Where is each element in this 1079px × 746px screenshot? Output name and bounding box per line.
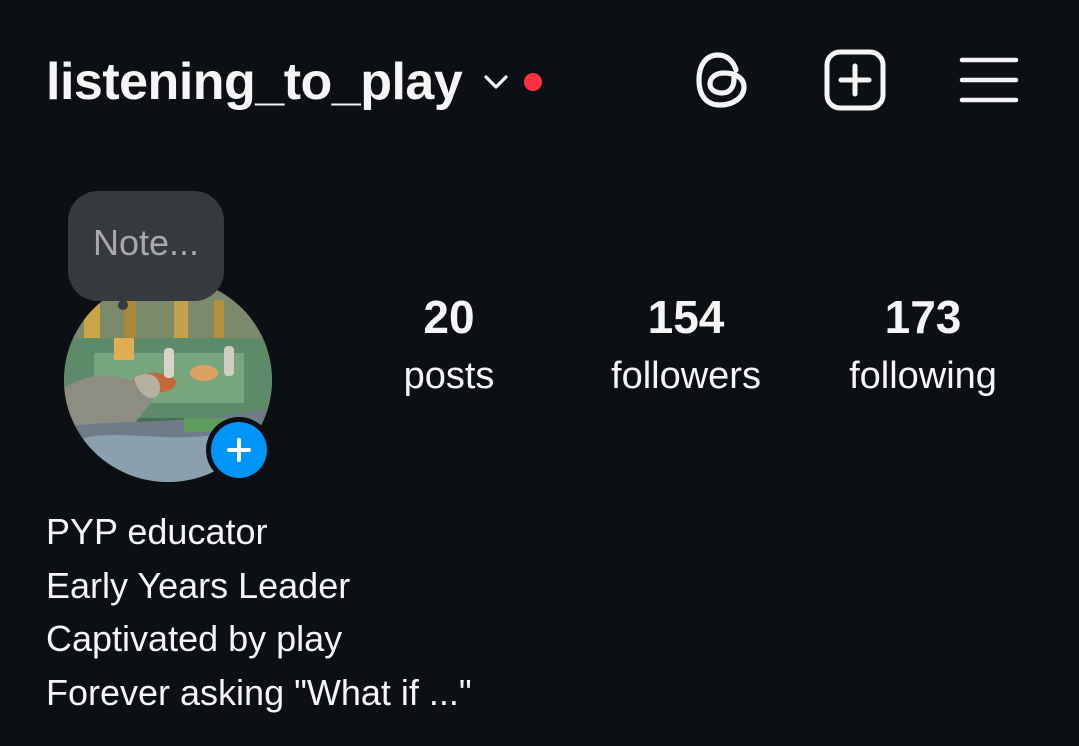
posts-label: posts — [403, 355, 495, 397]
followers-stat[interactable]: 154 followers — [586, 288, 786, 406]
followers-count: 154 — [647, 291, 725, 343]
posts-count: 20 — [423, 291, 475, 343]
followers-label: followers — [611, 355, 761, 397]
top-bar: listening_to_play — [0, 0, 1079, 160]
create-button[interactable] — [822, 47, 888, 113]
following-label: following — [849, 355, 997, 397]
plus-icon — [226, 437, 252, 463]
bio-line: Captivated by play — [46, 618, 343, 659]
menu-button[interactable] — [956, 47, 1022, 113]
plus-square-icon — [823, 48, 887, 112]
add-story-circle — [211, 422, 267, 478]
threads-button[interactable] — [689, 47, 755, 113]
profile-bio: PYP educator Early Years Leader Captivat… — [46, 505, 472, 719]
note-bubble-tail — [118, 300, 128, 310]
following-count: 173 — [884, 291, 962, 343]
notification-dot — [524, 73, 543, 91]
threads-icon — [692, 48, 752, 112]
bio-line: Early Years Leader — [46, 564, 351, 606]
note-bubble[interactable]: Note... — [68, 191, 224, 301]
following-stat[interactable]: 173 following — [823, 288, 1023, 406]
username: listening_to_play — [46, 53, 463, 111]
note-placeholder: Note... — [92, 222, 200, 263]
add-story-button[interactable] — [206, 417, 272, 483]
account-switcher[interactable]: listening_to_play — [46, 44, 543, 120]
chevron-down-icon — [482, 68, 510, 96]
bio-line: Forever asking "What if ..." — [46, 671, 472, 713]
hamburger-menu-icon — [958, 52, 1020, 108]
bio-line: PYP educator — [46, 511, 268, 552]
posts-stat[interactable]: 20 posts — [349, 288, 549, 406]
